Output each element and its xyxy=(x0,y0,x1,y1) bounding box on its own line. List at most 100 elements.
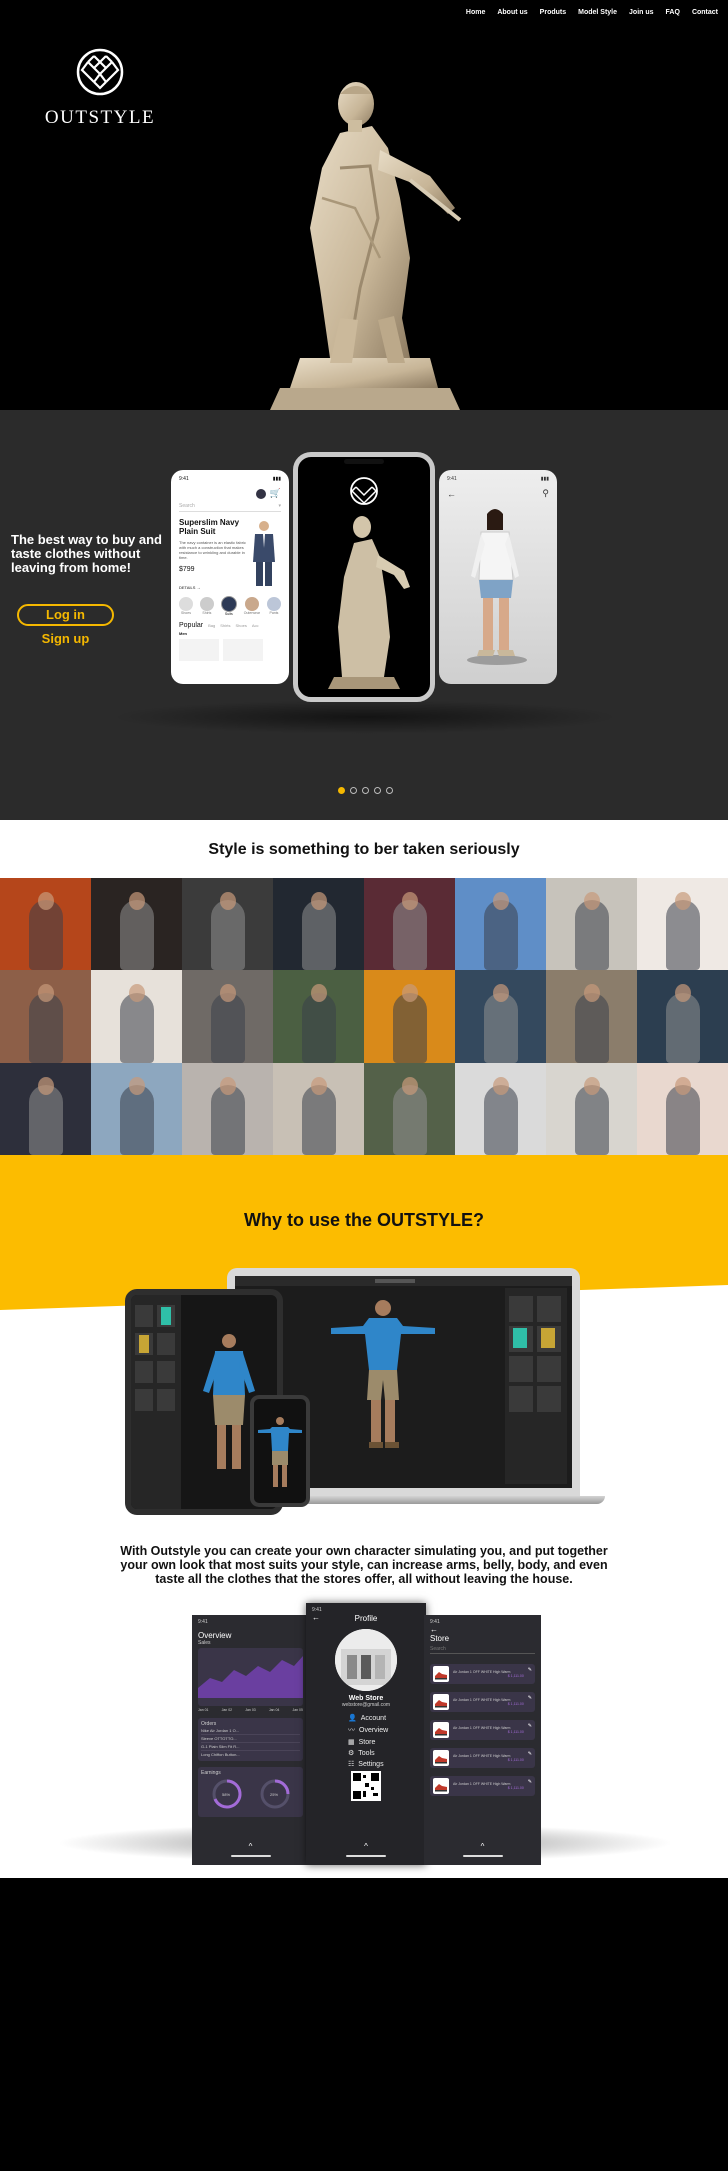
status-battery-icon: ▮▮▮ xyxy=(272,476,281,482)
chevron-up-icon[interactable]: ^ xyxy=(246,1842,256,1851)
gallery-photo xyxy=(0,1062,91,1155)
nav-products[interactable]: Produts xyxy=(540,9,566,16)
gallery-photo xyxy=(91,970,182,1063)
store-item[interactable]: Air Jordan 1 OFF WHITE High Warm $ 1,111.… xyxy=(430,1776,535,1796)
store-icon: ▦ xyxy=(348,1739,355,1746)
menu-tools[interactable]: ⚙ Tools xyxy=(348,1749,420,1758)
menu-overview[interactable]: 〰 Overview xyxy=(348,1725,420,1735)
carousel-dot[interactable] xyxy=(362,787,369,794)
person-figure xyxy=(483,900,518,971)
person-figure xyxy=(665,1084,700,1155)
status-time: 9:41 xyxy=(198,1619,208,1625)
carousel-dot[interactable] xyxy=(386,787,393,794)
gallery-photo xyxy=(91,878,182,971)
qr-code[interactable] xyxy=(351,1771,381,1801)
person-figure xyxy=(392,1084,427,1155)
order-row[interactable]: Sleeve OTTOTTO... xyxy=(201,1735,300,1743)
store-name: Web Store xyxy=(348,1695,384,1702)
tab-shirts[interactable]: Shirts xyxy=(220,623,230,628)
signup-button[interactable]: Sign up xyxy=(17,631,114,646)
product-card[interactable] xyxy=(179,639,219,661)
person-figure xyxy=(28,992,63,1063)
menu-settings[interactable]: ☷ Settings xyxy=(348,1760,420,1769)
store-item[interactable]: Air Jordan 1 OFF WHITE High Warm $ 1,111.… xyxy=(430,1720,535,1740)
why-title: Why to use the OUTSTYLE? xyxy=(243,1210,484,1230)
sneaker-thumbnail xyxy=(433,1694,449,1710)
category-outerwear[interactable]: Outerwear xyxy=(244,597,260,615)
edit-pencil-icon[interactable]: ✎ xyxy=(528,1695,532,1701)
floor-shadow xyxy=(110,700,620,734)
tab-shoes[interactable]: Shoes xyxy=(236,623,247,628)
carousel-dot[interactable] xyxy=(350,787,357,794)
menu-store[interactable]: ▦ Store xyxy=(348,1738,420,1747)
month-label: Jan 02 xyxy=(221,1708,233,1712)
month-label: Jan 01 xyxy=(198,1708,209,1712)
store-item[interactable]: Air Jordan 1 OFF WHITE High Warm $ 1,111.… xyxy=(430,1748,535,1768)
chevron-up-icon[interactable]: ^ xyxy=(478,1842,488,1851)
details-link[interactable]: DETAILS → xyxy=(179,585,247,590)
hanger-icon[interactable]: ⚲ xyxy=(542,488,549,499)
tab-bag[interactable]: Bag xyxy=(208,623,215,628)
back-arrow-icon[interactable]: ← xyxy=(430,1625,535,1634)
earnings-value: 25% xyxy=(270,1792,279,1797)
store-avatar xyxy=(335,1629,397,1691)
edit-pencil-icon[interactable]: ✎ xyxy=(528,1779,532,1785)
category-pants[interactable]: Pants xyxy=(266,597,281,615)
back-arrow-icon[interactable]: ← xyxy=(447,489,456,499)
statue-image xyxy=(270,82,462,410)
tab-acc[interactable]: Acc xyxy=(252,623,259,628)
person-head xyxy=(401,1076,418,1095)
nav-model-style[interactable]: Model Style xyxy=(578,9,617,16)
store-screen: 9:41 ← Store Search Air Jordan 1 OFF WHI… xyxy=(424,1615,541,1865)
order-row[interactable]: Long Chiffon Button... xyxy=(201,1751,300,1758)
chevron-up-icon[interactable]: ^ xyxy=(361,1842,371,1851)
order-row[interactable]: Nike Air Jordan 1 O... xyxy=(201,1727,300,1735)
gear-icon: ⚙ xyxy=(348,1750,355,1757)
category-shoes[interactable]: Shoes xyxy=(179,597,193,615)
product-card[interactable] xyxy=(223,639,263,661)
home-indicator xyxy=(230,1855,271,1857)
person-figure xyxy=(301,992,336,1063)
carousel-dot[interactable] xyxy=(338,787,345,794)
filter-icon[interactable]: ▾ xyxy=(278,503,281,509)
category-shirts[interactable]: Shirts xyxy=(199,597,214,615)
category-suits[interactable]: Suits xyxy=(220,596,237,616)
section-men: Men xyxy=(179,631,187,636)
search-input[interactable]: Search xyxy=(179,503,278,509)
store-search-input[interactable]: Search xyxy=(430,1646,535,1654)
shop-phone-mockup: 9:41 ▮▮▮ 🛒 Search ▾ Superslim Navy Plain… xyxy=(171,470,289,684)
edit-pencil-icon[interactable]: ✎ xyxy=(528,1751,532,1757)
order-row[interactable]: G-1 Plain Slim Fit R... xyxy=(201,1743,300,1751)
app-showcase-section: The best way to buy and taste clothes wi… xyxy=(0,410,728,820)
login-button[interactable]: Log in xyxy=(17,604,114,626)
nav-faq[interactable]: FAQ xyxy=(666,9,680,16)
avatar[interactable] xyxy=(255,488,266,499)
gallery-photo xyxy=(273,878,364,971)
earnings-gauges xyxy=(212,1779,290,1809)
edit-pencil-icon[interactable]: ✎ xyxy=(528,1667,532,1673)
sales-chart xyxy=(198,1648,303,1706)
sneaker-thumbnail xyxy=(433,1750,449,1766)
person-head xyxy=(583,984,600,1003)
earnings-panel: Earnings 58% 25% xyxy=(198,1767,303,1817)
cart-icon[interactable]: 🛒 xyxy=(270,488,281,499)
avatar-model-image xyxy=(467,509,527,665)
sneaker-thumbnail xyxy=(433,1666,449,1682)
nav-contact[interactable]: Contact xyxy=(692,9,718,16)
gallery-photo xyxy=(546,878,637,971)
nav-join-us[interactable]: Join us xyxy=(629,9,654,16)
person-head xyxy=(37,892,54,910)
carousel-dot[interactable] xyxy=(374,787,381,794)
home-indicator xyxy=(346,1855,386,1857)
person-head xyxy=(219,1076,236,1095)
edit-pencil-icon[interactable]: ✎ xyxy=(528,1723,532,1729)
brand-logo[interactable]: OUTSTYLE xyxy=(44,48,156,129)
person-head xyxy=(128,1076,145,1095)
menu-account[interactable]: 👤 Account xyxy=(348,1714,420,1723)
gallery-photo xyxy=(273,970,364,1063)
store-item[interactable]: Air Jordan 1 OFF WHITE High Warm $ 1,111.… xyxy=(430,1692,535,1712)
nav-about-us[interactable]: About us xyxy=(497,9,527,16)
store-item[interactable]: Air Jordan 1 OFF WHITE High Warm $ 1,111.… xyxy=(430,1664,535,1684)
status-time: 9:41 xyxy=(447,476,457,482)
nav-home[interactable]: Home xyxy=(466,9,485,16)
